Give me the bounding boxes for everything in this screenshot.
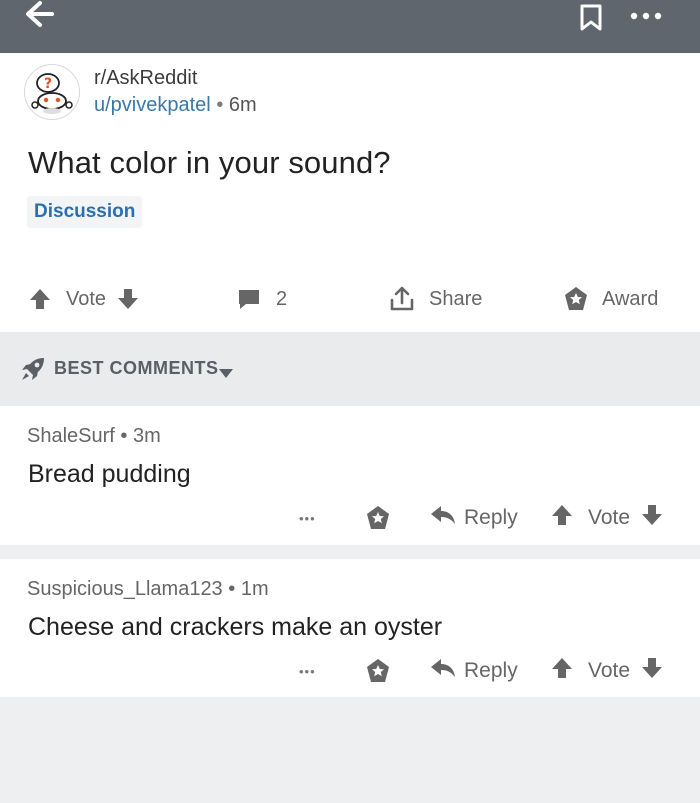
top-bar bbox=[0, 0, 700, 53]
post-vote-control: Vote bbox=[28, 279, 140, 319]
share-label: Share bbox=[429, 287, 483, 310]
comment-vote-control: Vote bbox=[550, 653, 664, 689]
comment-author[interactable]: Suspicious_Llama123 bbox=[27, 578, 223, 600]
comment-body: Cheese and crackers make an oyster bbox=[28, 613, 443, 641]
more-dots-icon[interactable] bbox=[626, 6, 666, 26]
comment-award-icon[interactable] bbox=[365, 653, 391, 689]
comment-award-icon[interactable] bbox=[365, 500, 391, 536]
downvote-arrow-icon[interactable] bbox=[640, 503, 664, 533]
upvote-arrow-icon[interactable] bbox=[550, 503, 574, 533]
comment-age: 1m bbox=[240, 578, 269, 600]
reply-button[interactable]: Reply bbox=[430, 500, 518, 536]
reply-label: Reply bbox=[464, 506, 518, 529]
comment-item: Suspicious_Llama123 • 1m Cheese and crac… bbox=[0, 559, 700, 697]
post-action-bar: Vote 2 Share Award bbox=[0, 279, 700, 319]
reply-arrow-icon bbox=[430, 504, 456, 532]
post-title[interactable]: What color in your sound? bbox=[28, 145, 391, 181]
meta-separator: • bbox=[120, 425, 128, 447]
meta-separator: • bbox=[228, 578, 236, 600]
post-author[interactable]: u/pvivekpatel bbox=[94, 94, 211, 116]
reply-button[interactable]: Reply bbox=[430, 653, 518, 689]
comment-action-bar: ••• Reply Vote bbox=[0, 653, 700, 689]
comment-vote-control: Vote bbox=[550, 500, 664, 536]
rocket-icon bbox=[20, 356, 46, 382]
subreddit-name[interactable]: r/AskReddit bbox=[94, 67, 197, 90]
comment-meta: Suspicious_Llama123 • 1m bbox=[27, 578, 269, 601]
upvote-arrow-icon[interactable] bbox=[28, 287, 52, 311]
comment-vote-label: Vote bbox=[588, 506, 631, 529]
comment-count: 2 bbox=[276, 287, 288, 310]
sort-label: BEST COMMENTS bbox=[54, 358, 219, 378]
post-comments-button[interactable]: 2 bbox=[236, 279, 287, 319]
post-vote-label: Vote bbox=[66, 287, 107, 310]
meta-separator: • bbox=[216, 94, 224, 116]
share-button[interactable]: Share bbox=[388, 279, 482, 319]
comment-more-button[interactable]: ••• bbox=[299, 653, 316, 689]
comment-sort-bar[interactable]: BEST COMMENTS bbox=[0, 332, 700, 406]
reply-arrow-icon bbox=[430, 657, 456, 685]
award-button[interactable]: Award bbox=[563, 279, 658, 319]
bookmark-icon[interactable] bbox=[578, 3, 604, 31]
svg-text:?: ? bbox=[44, 76, 52, 92]
back-arrow-icon[interactable] bbox=[22, 0, 62, 32]
comment-more-button[interactable]: ••• bbox=[299, 500, 316, 536]
upvote-arrow-icon[interactable] bbox=[550, 656, 574, 686]
comment-action-bar: ••• Reply Vote bbox=[0, 500, 700, 536]
caret-down-icon bbox=[219, 365, 233, 378]
comment-meta: ShaleSurf • 3m bbox=[27, 425, 161, 448]
subreddit-avatar-icon[interactable]: ? bbox=[24, 64, 80, 120]
post-card: ? r/AskReddit u/pvivekpatel • 6m What co… bbox=[0, 53, 700, 332]
award-label: Award bbox=[602, 287, 659, 310]
post-age: 6m bbox=[228, 94, 257, 116]
downvote-arrow-icon[interactable] bbox=[116, 287, 140, 311]
comment-author[interactable]: ShaleSurf bbox=[27, 425, 115, 447]
post-author-line: u/pvivekpatel • 6m bbox=[94, 94, 257, 117]
award-star-icon bbox=[563, 286, 589, 312]
downvote-arrow-icon[interactable] bbox=[640, 656, 664, 686]
reply-label: Reply bbox=[464, 659, 518, 682]
comment-body: Bread pudding bbox=[28, 460, 191, 488]
share-icon bbox=[388, 285, 416, 313]
post-flair[interactable]: Discussion bbox=[27, 196, 143, 228]
comment-bubble-icon bbox=[236, 287, 262, 311]
comment-item: ShaleSurf • 3m Bread pudding ••• Reply V… bbox=[0, 406, 700, 545]
comment-age: 3m bbox=[132, 425, 161, 447]
comment-vote-label: Vote bbox=[588, 659, 631, 682]
